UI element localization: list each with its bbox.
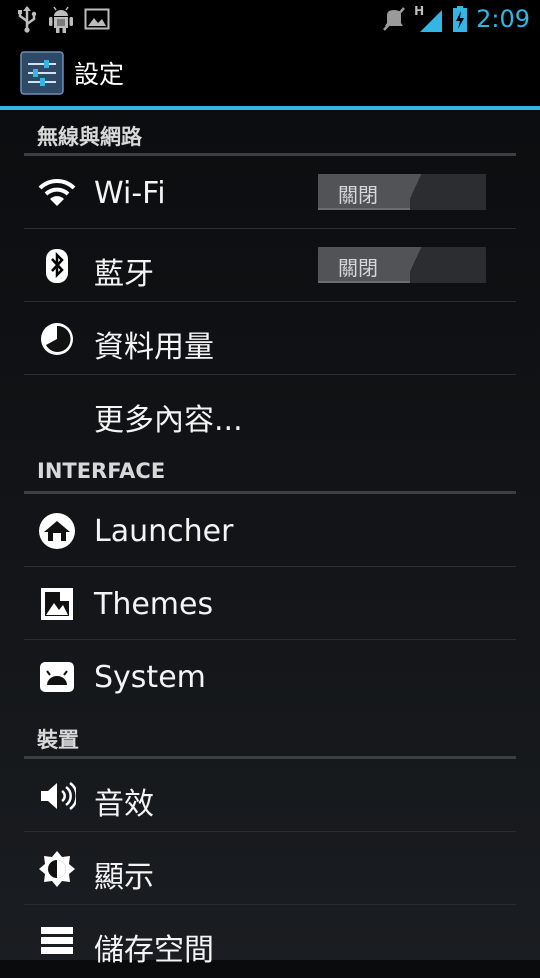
image-icon [84,8,110,30]
storage-icon [41,927,73,954]
wifi-toggle[interactable]: 關閉 [318,174,486,210]
status-left-icons [0,0,110,38]
settings-item-storage[interactable]: 儲存空間 [0,905,540,978]
toggle-knob-edge [318,208,410,210]
themes-icon [41,588,73,620]
settings-item-label: 資料用量 [94,330,214,365]
toggle-state-label: 關閉 [338,256,378,280]
signal-indicator: H [414,4,444,33]
section-header-device: 裝置 [0,713,540,759]
settings-item-wifi[interactable]: Wi-Fi 關閉 [0,156,540,229]
settings-item-launcher[interactable]: Launcher [0,494,540,567]
section-header-wireless: 無線與網路 [0,110,540,156]
settings-item-label: 音效 [94,787,154,822]
status-right-icons: H 2:09 [382,0,540,38]
section-header-interface: INTERFACE [0,448,540,494]
settings-item-label: 藍牙 [94,257,154,292]
settings-item-label: Launcher [94,514,234,549]
settings-item-label: Themes [94,587,214,622]
sound-icon [41,781,76,811]
settings-item-label: Wi-Fi [94,176,166,211]
bluetooth-icon [46,249,68,283]
settings-item-label: 顯示 [94,860,154,895]
settings-item-display[interactable]: 顯示 [0,832,540,905]
settings-list: 無線與網路 Wi-Fi 關閉 藍牙 關閉 資料用量 更多內容... INTERF… [0,110,540,978]
settings-item-themes[interactable]: Themes [0,567,540,640]
usb-icon [18,6,37,33]
settings-item-data-usage[interactable]: 資料用量 [0,302,540,375]
section-header-label: INTERFACE [37,459,166,483]
section-header-label: 裝置 [37,728,79,752]
toggle-knob-slant [400,174,426,210]
launcher-icon [39,513,75,549]
settings-item-label: 儲存空間 [94,933,214,968]
section-header-label: 無線與網路 [37,125,142,149]
settings-item-sound[interactable]: 音效 [0,759,540,832]
wifi-icon [38,178,76,206]
settings-item-system[interactable]: System [0,640,540,713]
display-icon [39,851,75,887]
page-title: 設定 [74,60,125,89]
settings-item-label: System [94,660,206,695]
bluetooth-toggle[interactable]: 關閉 [318,247,486,283]
signal-icon [420,10,443,32]
settings-item-bluetooth[interactable]: 藍牙 關閉 [0,229,540,302]
settings-item-label: 更多內容... [94,403,243,438]
action-bar: 設定 [0,38,540,108]
data-usage-icon [41,323,73,355]
toggle-knob-slant [400,247,426,283]
settings-item-more[interactable]: 更多內容... [0,375,540,448]
settings-app-icon[interactable] [20,51,64,95]
battery-charging-icon [453,6,468,32]
status-bar: H 2:09 [0,0,540,38]
status-time: 2:09 [476,5,530,33]
toggle-knob-edge [318,281,410,283]
system-icon [40,662,74,692]
android-debug-icon [49,6,73,33]
mute-icon [383,7,406,31]
toggle-state-label: 關閉 [338,183,378,207]
